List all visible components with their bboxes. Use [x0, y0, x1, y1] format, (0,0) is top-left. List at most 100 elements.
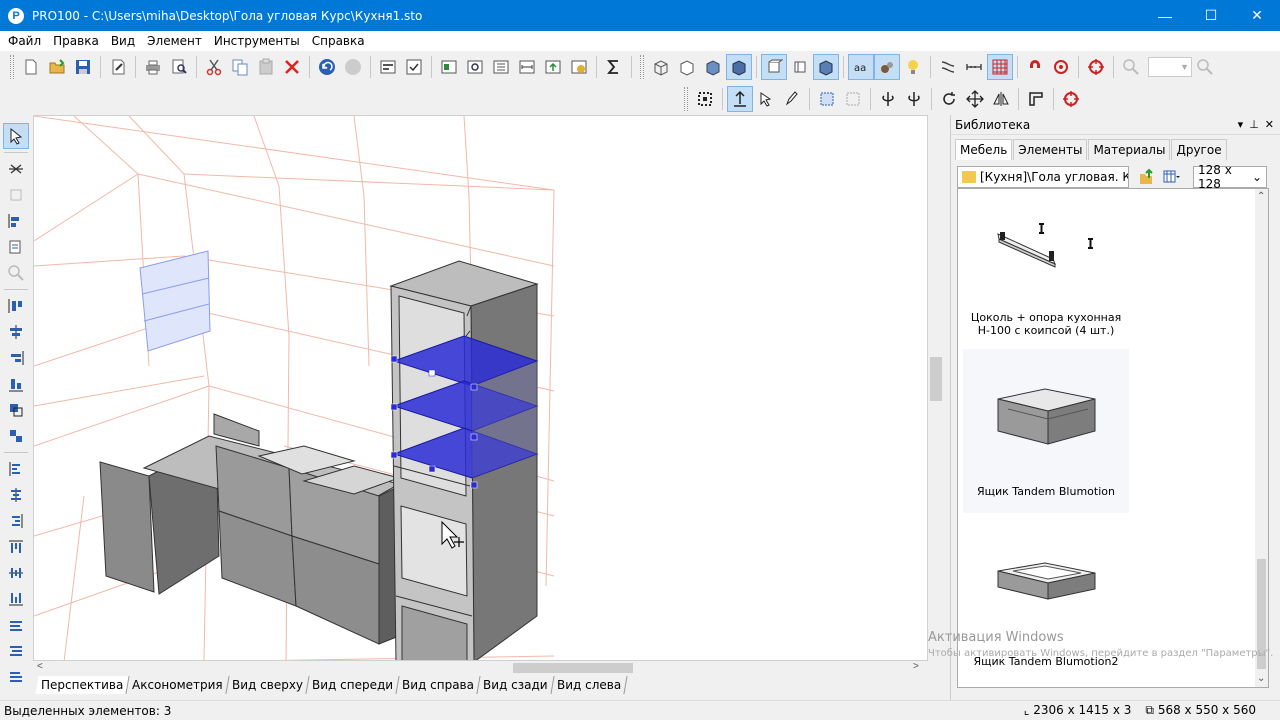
menu-view[interactable]: Вид [105, 34, 141, 48]
rotate-icon[interactable] [936, 86, 962, 112]
group-icon[interactable] [3, 397, 29, 423]
align-top-icon[interactable] [3, 293, 29, 319]
print-icon[interactable] [140, 54, 166, 80]
wall-tool-icon[interactable] [3, 156, 29, 182]
materials-icon[interactable] [874, 54, 900, 80]
print-preview-icon[interactable] [166, 54, 192, 80]
tab-other[interactable]: Другое [1171, 139, 1227, 160]
snap-center-icon[interactable] [1058, 86, 1084, 112]
menu-help[interactable]: Справка [306, 34, 371, 48]
panel-menu-icon[interactable]: ▾ [1238, 118, 1244, 131]
mirror-icon[interactable] [988, 86, 1014, 112]
scroll-right-arrow-icon[interactable]: > [913, 661, 919, 672]
maximize-button[interactable]: ☐ [1188, 0, 1234, 31]
library-item-list[interactable]: Цоколь + опора кухонная Н-100 с коипсой … [957, 188, 1257, 688]
zoom-combo[interactable]: ▼ [1148, 57, 1192, 77]
stack-icon[interactable] [3, 612, 29, 638]
paste-icon[interactable] [253, 54, 279, 80]
target-icon[interactable] [1083, 54, 1109, 80]
panel-close-icon[interactable]: ✕ [1265, 118, 1274, 131]
tab-top-view[interactable]: Вид сверху [226, 676, 310, 694]
tab-right-view[interactable]: Вид справа [396, 676, 481, 694]
distribute-center-icon[interactable] [3, 482, 29, 508]
redo-icon[interactable] [340, 54, 366, 80]
sum-icon[interactable] [601, 54, 627, 80]
close-button[interactable]: ✕ [1234, 0, 1280, 31]
viewport-horizontal-scrollbar[interactable]: < > [33, 661, 928, 675]
report-search-icon[interactable] [462, 54, 488, 80]
cut-list-icon[interactable] [488, 54, 514, 80]
delete-icon[interactable] [279, 54, 305, 80]
menu-element[interactable]: Элемент [141, 34, 208, 48]
wireframe-view-icon[interactable] [648, 54, 674, 80]
open-folder-icon[interactable] [44, 54, 70, 80]
viewport-vertical-scrollbar[interactable] [928, 115, 944, 661]
list-item[interactable]: Цоколь + опора кухонная Н-100 с коипсой … [963, 189, 1129, 353]
align-list-icon[interactable] [3, 234, 29, 260]
thumb-size-combo[interactable]: 128 x 128 ⌄ [1193, 163, 1267, 191]
folder-up-icon[interactable] [1133, 164, 1159, 190]
zoom-out-icon[interactable] [1118, 54, 1144, 80]
menu-tools[interactable]: Инструменты [208, 34, 306, 48]
toolbar-grip[interactable] [10, 55, 14, 79]
distribute-middle-icon[interactable] [3, 560, 29, 586]
cut-icon[interactable] [201, 54, 227, 80]
save-icon[interactable] [70, 54, 96, 80]
scroll-up-arrow-icon[interactable]: ⌃ [1257, 191, 1265, 202]
dimensions-icon[interactable] [514, 54, 540, 80]
move-arrows-icon[interactable] [962, 86, 988, 112]
rotate-y-icon[interactable] [901, 86, 927, 112]
distribute-right-icon[interactable] [3, 508, 29, 534]
tab-left-view[interactable]: Вид слева [551, 676, 628, 694]
zoom-tool-icon[interactable] [3, 260, 29, 286]
checklist-icon[interactable] [401, 54, 427, 80]
align-bottom-icon[interactable] [3, 371, 29, 397]
view-mode-dropdown-icon[interactable] [1159, 164, 1185, 190]
collision-icon[interactable] [935, 54, 961, 80]
select-box-icon[interactable] [814, 86, 840, 112]
align-left-icon[interactable] [3, 208, 29, 234]
select-pointer-icon[interactable] [3, 123, 29, 149]
stack-3-icon[interactable] [3, 664, 29, 690]
hidden-line-view-icon[interactable] [674, 54, 700, 80]
view-mode-c-icon[interactable] [813, 54, 839, 80]
new-file-icon[interactable] [18, 54, 44, 80]
tab-furniture[interactable]: Мебель [955, 139, 1013, 160]
move-free-icon[interactable] [753, 86, 779, 112]
zoom-in-icon[interactable] [1192, 54, 1218, 80]
copy-element-icon[interactable] [3, 182, 29, 208]
tab-axonometry[interactable]: Аксонометрия [126, 676, 230, 694]
menu-edit[interactable]: Правка [47, 34, 105, 48]
horizontal-scroll-thumb[interactable] [513, 663, 633, 673]
view-mode-b-icon[interactable] [787, 54, 813, 80]
list-item[interactable]: Ящик Tandem Blumotion [963, 349, 1129, 513]
grid-dots-icon[interactable] [692, 86, 718, 112]
list-item[interactable]: Ящик Tandem Blumotion2 [963, 521, 1129, 685]
tab-back-view[interactable]: Вид сзади [477, 676, 555, 694]
scroll-left-arrow-icon[interactable]: < [37, 661, 43, 672]
scroll-down-arrow-icon[interactable]: ⌄ [1257, 673, 1265, 684]
lower-cabinets[interactable] [99, 413, 401, 645]
align-center-icon[interactable] [3, 319, 29, 345]
wall-window[interactable] [139, 250, 211, 352]
magnet-icon[interactable] [1022, 54, 1048, 80]
profile-icon[interactable] [1023, 86, 1049, 112]
textured-view-icon[interactable] [726, 54, 752, 80]
tab-perspective[interactable]: Перспектива [35, 676, 130, 694]
report-icon[interactable] [436, 54, 462, 80]
vertical-scroll-thumb[interactable] [930, 357, 942, 401]
view-mode-a-icon[interactable] [761, 54, 787, 80]
menu-file[interactable]: Файл [2, 34, 47, 48]
perspective-scene[interactable] [34, 116, 928, 661]
shaded-view-icon[interactable] [700, 54, 726, 80]
snap-target-icon[interactable] [1048, 54, 1074, 80]
library-path-combo[interactable]: [Кухня]\Гола угловая. Ку [957, 166, 1129, 188]
ungroup-icon[interactable] [3, 423, 29, 449]
pin-icon[interactable]: ⊥ [1249, 118, 1259, 131]
deselect-icon[interactable] [840, 86, 866, 112]
align-right-icon[interactable] [3, 345, 29, 371]
stack-2-icon[interactable] [3, 638, 29, 664]
ruler-icon[interactable] [961, 54, 987, 80]
grid-icon[interactable] [987, 54, 1013, 80]
settings-icon[interactable] [375, 54, 401, 80]
